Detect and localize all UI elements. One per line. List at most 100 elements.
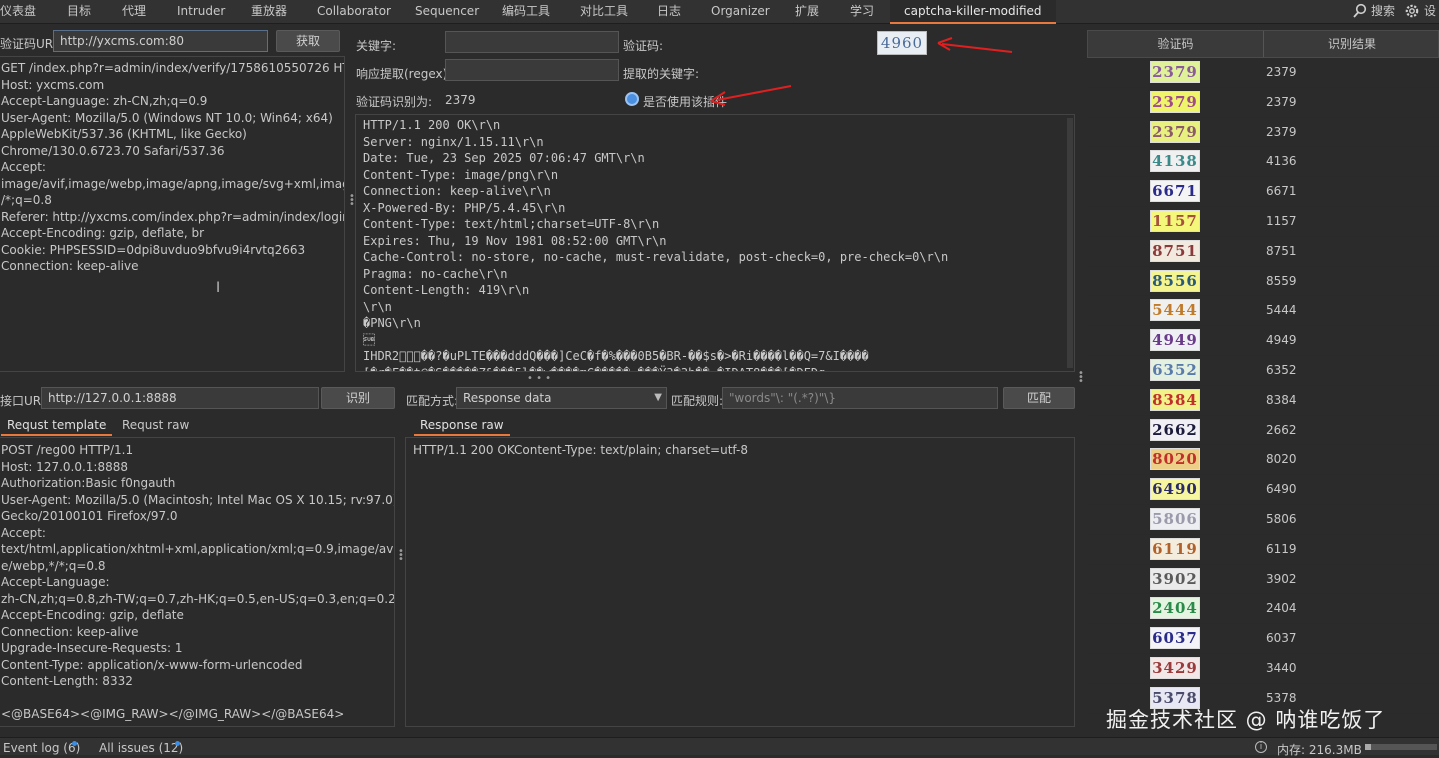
issues-dot-icon <box>175 741 180 746</box>
use-plugin-radio[interactable] <box>625 92 639 106</box>
splitter-handle-left[interactable]: • • • <box>398 547 404 565</box>
tab-logger[interactable]: 日志 <box>657 0 681 24</box>
match-method-value: Response data <box>463 391 552 405</box>
captcha-thumbnail: 6119 <box>1150 537 1200 560</box>
captcha-thumbnail: 6490 <box>1150 478 1200 501</box>
memory-usage: 内存: 216.3MB <box>1277 743 1362 757</box>
response-line: Pragma: no-cache\r\n <box>363 266 508 281</box>
request-line: image/avif,image/webp,image/apng,image/s… <box>1 176 344 191</box>
col-captcha-header: 验证码 <box>1088 31 1264 57</box>
table-row[interactable]: 6671 6671 <box>1087 177 1439 207</box>
keyword-input[interactable] <box>445 31 619 53</box>
tab-collaborator[interactable]: Collaborator <box>317 0 391 24</box>
match-method-select[interactable]: Response data ▼ <box>456 387 667 409</box>
table-row[interactable]: 2662 2662 <box>1087 416 1439 446</box>
table-row[interactable]: 5444 5444 <box>1087 296 1439 327</box>
table-row[interactable]: 2379 2379 <box>1087 88 1439 118</box>
table-row[interactable]: 8751 8751 <box>1087 237 1439 267</box>
memory-bar-fill <box>1365 744 1371 750</box>
table-row[interactable]: 6490 6490 <box>1087 475 1439 505</box>
response-line: \r\n <box>363 299 392 314</box>
tab-response-raw[interactable]: Response raw <box>414 416 510 436</box>
settings-label[interactable]: 设 <box>1424 0 1436 24</box>
captcha-url-input[interactable]: http://yxcms.com:80 <box>53 30 268 52</box>
tab-captcha-killer[interactable]: captcha-killer-modified <box>890 0 1056 24</box>
table-row[interactable]: 2379 2379 <box>1087 118 1439 148</box>
tab-request-raw[interactable]: Requst raw <box>116 416 195 436</box>
response-line: HTTP/1.1 200 OK\r\n <box>363 118 501 132</box>
extracted-keyword-label: 提取的关键字: <box>623 67 700 81</box>
request-template-editor[interactable]: POST /reg00 HTTP/1.1 Host: 127.0.0.1:8888… <box>0 437 395 727</box>
tab-sequencer[interactable]: Sequencer <box>415 0 479 24</box>
tab-dashboard[interactable]: 仪表盘 <box>0 0 36 24</box>
table-row[interactable]: 2379 2379 <box>1087 58 1439 88</box>
tab-target[interactable]: 目标 <box>67 0 91 24</box>
response-scrollbar[interactable] <box>1067 118 1073 368</box>
regex-label: 响应提取(regex): <box>356 67 452 81</box>
match-response-editor[interactable]: HTTP/1.1 200 OKContent-Type: text/plain;… <box>405 437 1075 727</box>
captcha-thumbnail: 8384 <box>1150 388 1200 411</box>
tab-extensions[interactable]: 扩展 <box>795 0 819 24</box>
match-rule-label: 匹配规则: <box>671 394 724 408</box>
table-row[interactable]: 6119 6119 <box>1087 535 1439 565</box>
request-line: GET /index.php?r=admin/index/verify/1758… <box>1 61 344 75</box>
response-line: �PNG\r\n <box>363 316 421 330</box>
get-captcha-button[interactable]: 获取 <box>276 30 340 52</box>
table-row[interactable]: 3902 3902 <box>1087 565 1439 595</box>
template-line: Gecko/20100101 Firefox/97.0 <box>1 509 178 523</box>
template-line: Authorization:Basic f0ngauth <box>1 476 176 490</box>
match-button[interactable]: 匹配 <box>1003 387 1075 409</box>
response-line: Date: Tue, 23 Sep 2025 07:06:47 GMT\r\n <box>363 151 645 165</box>
memory-bar <box>1365 744 1437 750</box>
interface-url-input[interactable]: http://127.0.0.1:8888 <box>41 387 319 409</box>
all-issues-link[interactable]: All issues (12) <box>99 741 183 755</box>
search-icon[interactable] <box>1352 3 1368 19</box>
search-label[interactable]: 搜索 <box>1371 0 1395 24</box>
request-line: Chrome/130.0.6723.70 Safari/537.36 <box>1 143 225 158</box>
captcha-thumbnail: 5444 <box>1150 299 1200 322</box>
identify-button[interactable]: 识别 <box>321 387 395 409</box>
table-row[interactable]: 6037 6037 <box>1087 624 1439 654</box>
splitter-handle-right[interactable]: • • • <box>1078 369 1084 387</box>
captcha-thumbnail: 4949 <box>1150 329 1200 352</box>
response-line: IHDR2   ��?�uPLTE���dddQ���]CeC�f�%���0B… <box>363 349 869 363</box>
tab-organizer[interactable]: Organizer <box>711 0 770 24</box>
captcha-thumbnail: 2662 <box>1150 418 1200 441</box>
table-row[interactable]: 5806 5806 <box>1087 505 1439 535</box>
tab-learn[interactable]: 学习 <box>850 0 874 24</box>
template-line: Accept-Language: <box>1 575 110 589</box>
request-line: Host: yxcms.com <box>1 77 105 92</box>
table-row[interactable]: 1157 1157 <box>1087 207 1439 237</box>
request-line: AppleWebKit/537.36 (KHTML, like Gecko) <box>1 127 247 141</box>
tab-proxy[interactable]: 代理 <box>122 0 146 24</box>
tab-request-template[interactable]: Requst template <box>1 416 113 436</box>
gear-icon[interactable] <box>1404 3 1420 19</box>
tab-repeater[interactable]: 重放器 <box>251 0 287 24</box>
tab-intruder[interactable]: Intruder <box>177 0 225 24</box>
result-value: 2662 <box>1266 422 1297 437</box>
template-line: e/webp,*/*;q=0.8 <box>1 558 106 573</box>
tab-decoder[interactable]: 编码工具 <box>502 0 550 24</box>
match-rule-input[interactable]: "words"\: "(.*?)"\} <box>722 387 998 409</box>
table-row[interactable]: 3429 3440 <box>1087 654 1439 684</box>
table-row[interactable]: 8556 8559 <box>1087 267 1439 297</box>
result-value: 6671 <box>1266 184 1297 199</box>
table-row[interactable]: 6352 6352 <box>1087 356 1439 386</box>
splitter-handle-horizontal[interactable]: • • • <box>527 374 551 384</box>
event-log-link[interactable]: Event log (6) <box>3 741 80 755</box>
captcha-request-editor[interactable]: GET /index.php?r=admin/index/verify/1758… <box>0 56 345 372</box>
request-line: Cookie: PHPSESSID=0dpi8uvduo9bfvu9i4rvtq… <box>1 242 306 257</box>
result-value: 2379 <box>1266 94 1297 109</box>
table-row[interactable]: 2404 2404 <box>1087 594 1439 625</box>
captcha-thumbnail: 8751 <box>1150 239 1200 262</box>
table-row[interactable]: 8020 8020 <box>1087 445 1439 476</box>
captcha-response-editor[interactable]: HTTP/1.1 200 OK\r\n Server: nginx/1.15.11… <box>355 114 1075 372</box>
regex-input[interactable] <box>445 59 619 81</box>
result-value: 6490 <box>1266 482 1297 497</box>
table-row[interactable]: 4138 4136 <box>1087 147 1439 178</box>
table-row[interactable]: 4949 4949 <box>1087 326 1439 356</box>
table-row[interactable]: 8384 8384 <box>1087 386 1439 416</box>
tab-comparer[interactable]: 对比工具 <box>580 0 628 24</box>
request-line: Accept-Encoding: gzip, deflate, br <box>1 226 205 240</box>
status-bar: Event log (6) All issues (12) i 内存: 216.… <box>0 737 1439 757</box>
